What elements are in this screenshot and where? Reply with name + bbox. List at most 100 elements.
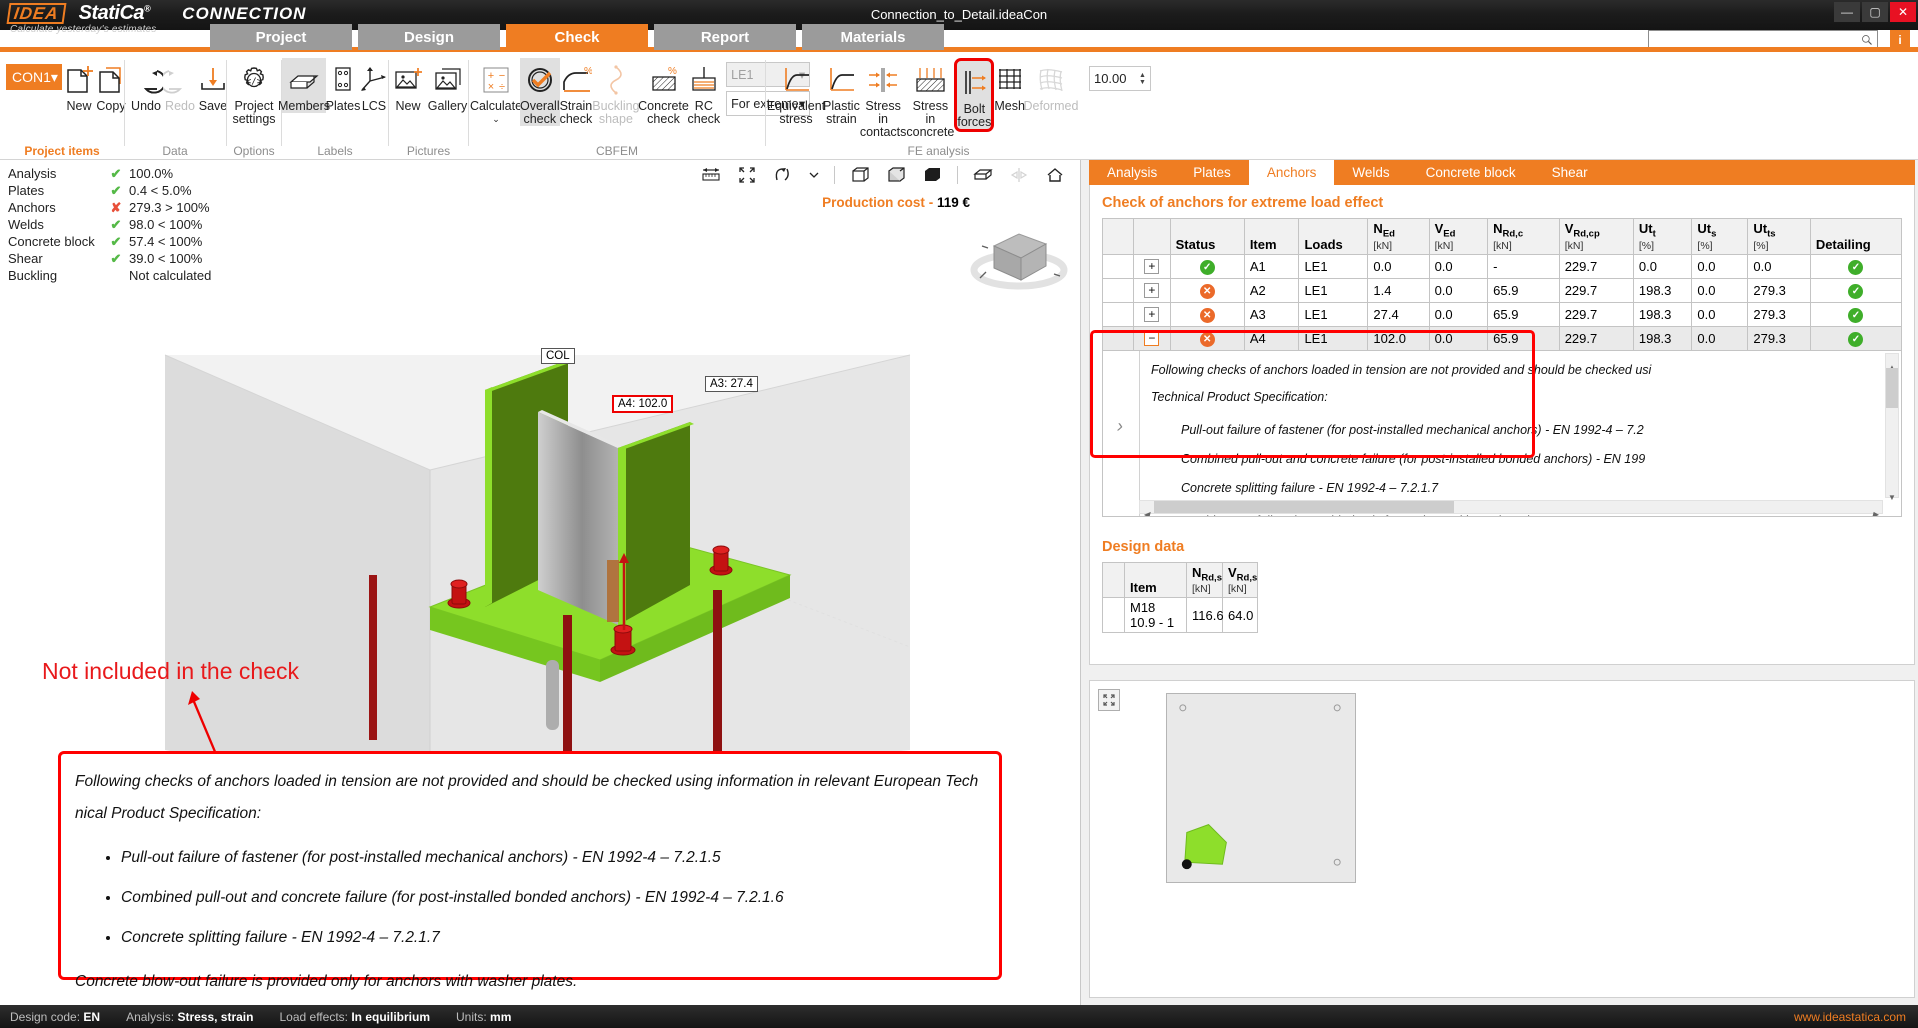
copy-button[interactable]: Copy [96, 58, 126, 113]
collapse-row-button[interactable]: − [1134, 326, 1170, 350]
overall-check-button[interactable]: Overall check [520, 58, 560, 126]
tab-materials[interactable]: Materials [802, 24, 944, 50]
plates-icon [331, 60, 355, 100]
results-tab-welds[interactable]: Welds [1334, 160, 1407, 185]
row-indicator [1103, 326, 1134, 350]
navigation-cube[interactable] [964, 208, 1074, 298]
tab-project[interactable]: Project [210, 24, 352, 50]
gallery-button[interactable]: Gallery [427, 58, 468, 113]
view-transparent-icon[interactable] [885, 164, 907, 186]
result-name: Analysis [8, 166, 103, 181]
th-uts: Uts[%] [1692, 219, 1748, 255]
rc-check-button[interactable]: RC check [688, 58, 721, 126]
chevron-right-icon[interactable]: › [1117, 413, 1123, 440]
scroll-left-icon[interactable]: ◀ [1140, 501, 1153, 513]
cell-detailing: ✓ [1810, 278, 1901, 302]
production-cost: Production cost - 119 € [822, 195, 970, 210]
deformed-button: Deformed [1025, 58, 1077, 113]
members-button[interactable]: Members [282, 58, 326, 113]
plates-button[interactable]: Plates [326, 58, 360, 113]
results-tab-plates[interactable]: Plates [1175, 160, 1249, 185]
equivalent-stress-button[interactable]: Equivalent stress [769, 58, 823, 126]
expand-row-button[interactable]: + [1134, 254, 1170, 278]
picture-new-button[interactable]: New [389, 58, 427, 113]
table-row[interactable]: + ✓ A1 LE1 0.0 0.0 - 229.7 0.0 0.0 0.0 ✓ [1103, 254, 1902, 278]
save-label: Save [199, 100, 228, 113]
stress-in-concrete-button[interactable]: Stress in concrete [906, 58, 954, 139]
result-name: Shear [8, 251, 103, 266]
view-solid-icon[interactable] [921, 164, 943, 186]
tab-check[interactable]: Check [506, 24, 648, 50]
design-data-row[interactable]: M18 10.9 - 1 116.6 64.0 [1103, 598, 1258, 633]
fit-to-screen-icon[interactable] [736, 164, 758, 186]
status-units: Units: mm [456, 1010, 511, 1024]
home-icon[interactable] [1044, 164, 1066, 186]
chevron-down-icon: ▾ [51, 69, 58, 86]
ribbon-group-data: Undo Redo Save Data [125, 52, 225, 160]
results-tab-anchors[interactable]: Anchors [1249, 160, 1335, 185]
table-row[interactable]: + ✕ A2 LE1 1.4 0.0 65.9 229.7 198.3 0.0 … [1103, 278, 1902, 302]
undo-button[interactable]: Undo [129, 58, 163, 113]
detail-horizontal-scrollbar[interactable]: ◀ ▶ [1139, 500, 1883, 514]
scroll-down-icon[interactable]: ▼ [1886, 484, 1898, 497]
results-tab-analysis[interactable]: Analysis [1089, 160, 1175, 185]
strain-check-label-2: check [560, 113, 593, 126]
detail-vertical-scrollbar[interactable]: ▲ ▼ [1885, 353, 1899, 498]
status-website-link[interactable]: www.ideastatica.com [1794, 1010, 1906, 1024]
results-tab-concrete-block[interactable]: Concrete block [1408, 160, 1534, 185]
cell-item: A1 [1244, 254, 1299, 278]
stress-in-contacts-button[interactable]: Stress in contacts [860, 58, 907, 139]
close-button[interactable]: ✕ [1890, 2, 1916, 22]
connection-selector[interactable]: CON1▾ [6, 58, 62, 90]
preview-fit-button[interactable] [1098, 689, 1120, 711]
deformation-scale-stepper[interactable]: 10.00 ▲▼ [1089, 66, 1151, 91]
minimize-button[interactable]: — [1834, 2, 1860, 22]
table-row[interactable]: − ✕ A4 LE1 102.0 0.0 65.9 229.7 198.3 0.… [1103, 326, 1902, 350]
detailing-ok-icon: ✓ [1848, 284, 1863, 299]
annotation-bullet: Concrete splitting failure - EN 1992-4 –… [121, 922, 985, 954]
table-row[interactable]: + ✕ A3 LE1 27.4 0.0 65.9 229.7 198.3 0.0… [1103, 302, 1902, 326]
view-flat-icon[interactable] [972, 164, 994, 186]
plastic-strain-button[interactable]: Plastic strain [823, 58, 860, 126]
scroll-right-icon[interactable]: ▶ [1869, 501, 1882, 513]
mesh-button[interactable]: Mesh [994, 58, 1025, 113]
save-button[interactable]: Save [197, 58, 229, 113]
gallery-icon [432, 60, 464, 100]
concrete-check-button[interactable]: % Concrete check [640, 58, 688, 126]
results-tab-shear[interactable]: Shear [1534, 160, 1606, 185]
maximize-button[interactable]: ▢ [1862, 2, 1888, 22]
vertical-scroll-thumb[interactable] [1886, 368, 1898, 408]
plate-preview-panel[interactable] [1089, 680, 1915, 998]
overall-results-summary: Analysis ✔ 100.0% Plates ✔ 0.4 < 5.0% An… [8, 165, 211, 284]
bolt-forces-button[interactable]: Bolt forces [954, 58, 994, 132]
toolbar-divider [834, 166, 835, 184]
cell-ved: 0.0 [1429, 254, 1488, 278]
status-load-effects: Load effects: In equilibrium [279, 1010, 430, 1024]
plate-preview-drawing[interactable] [1166, 693, 1356, 883]
buckling-shape-button: Buckling shape [592, 58, 639, 126]
rotate-icon[interactable] [772, 164, 794, 186]
measure-icon[interactable] [700, 164, 722, 186]
chevron-down-icon[interactable]: ⌄ [492, 113, 500, 126]
strain-check-button[interactable]: % Strain check [560, 58, 593, 126]
project-settings-button[interactable]: </> Project settings [227, 58, 281, 126]
model-view[interactable]: COL A4: 102.0 A3: 27.4 Analysis ✔ 100.0%… [0, 160, 1080, 1005]
lcs-button[interactable]: LCS [360, 58, 388, 113]
row-indicator [1103, 278, 1134, 302]
tab-report[interactable]: Report [654, 24, 796, 50]
anchors-check-table: Status Item Loads NEd[kN] VEd[kN] NRd,c[… [1102, 218, 1902, 351]
horizontal-scroll-thumb[interactable] [1154, 501, 1454, 513]
view-wireframe-icon[interactable] [849, 164, 871, 186]
scroll-up-icon[interactable]: ▲ [1886, 354, 1898, 367]
expand-row-button[interactable]: + [1134, 278, 1170, 302]
tab-design[interactable]: Design [358, 24, 500, 50]
new-item-button[interactable]: New [64, 58, 94, 113]
chevron-down-icon[interactable] [808, 164, 820, 186]
calculate-button[interactable]: +−×÷ Calculate ⌄ [472, 58, 520, 126]
annotation-paragraph-1: Following checks of anchors loaded in te… [75, 766, 985, 798]
stepper-arrows-icon[interactable]: ▲▼ [1139, 72, 1146, 86]
lcs-axes-icon [360, 60, 388, 100]
expand-row-button[interactable]: + [1134, 302, 1170, 326]
dd-th-nrds: NRd,s[kN] [1187, 562, 1223, 598]
dd-th-nrds-unit: [kN] [1192, 583, 1217, 595]
